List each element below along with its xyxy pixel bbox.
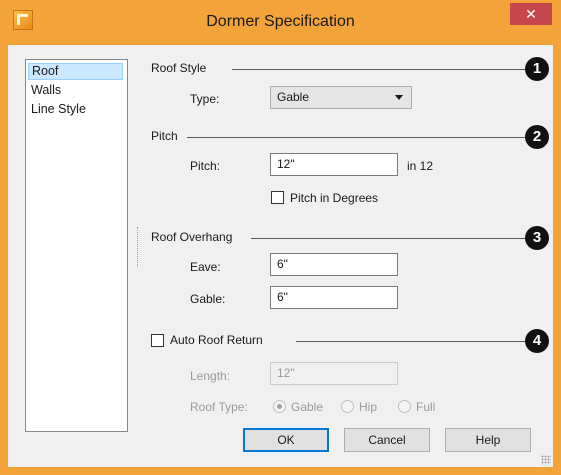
callout-marker-3: 3 [525, 226, 549, 250]
list-item-walls[interactable]: Walls [28, 82, 123, 99]
roof-type-value: Gable [277, 90, 310, 104]
roof-overhang-heading: Roof Overhang [151, 230, 233, 244]
auto-roof-return-label[interactable]: Auto Roof Return [170, 333, 263, 347]
gable-input[interactable]: 6" [270, 286, 398, 309]
dialog-client-area: Roof Walls Line Style Roof Style 1 Type:… [8, 45, 553, 467]
type-label: Type: [190, 92, 220, 106]
dialog-window: Dormer Specification ✕ Roof Walls Line S… [0, 0, 561, 475]
radio-full-label[interactable]: Full [416, 400, 435, 414]
radio-hip-label[interactable]: Hip [359, 400, 377, 414]
pitch-heading: Pitch [151, 129, 178, 143]
radio-full[interactable] [398, 400, 411, 413]
length-label: Length: [190, 369, 231, 383]
pitch-label: Pitch: [190, 159, 221, 173]
callout-marker-1: 1 [525, 57, 549, 81]
chevron-down-icon [395, 95, 403, 100]
roof-type-select[interactable]: Gable [270, 86, 412, 109]
title-bar[interactable]: Dormer Specification ✕ [0, 0, 561, 44]
roof-overhang-divider [251, 238, 525, 239]
ok-button[interactable]: OK [243, 428, 329, 452]
radio-gable[interactable] [273, 400, 286, 413]
pitch-in-degrees-label[interactable]: Pitch in Degrees [290, 191, 378, 205]
roof-style-divider [232, 69, 525, 70]
auto-roof-return-checkbox[interactable] [151, 334, 164, 347]
category-list[interactable]: Roof Walls Line Style [25, 59, 128, 432]
eave-label: Eave: [190, 260, 221, 274]
roof-type-label: Roof Type: [190, 400, 248, 414]
radio-gable-label[interactable]: Gable [291, 400, 323, 414]
cancel-button[interactable]: Cancel [344, 428, 430, 452]
resize-grip-icon[interactable] [541, 455, 551, 465]
length-input[interactable]: 12" [270, 362, 398, 385]
panel-splitter[interactable] [137, 227, 140, 267]
callout-marker-2: 2 [525, 125, 549, 149]
help-button[interactable]: Help [445, 428, 531, 452]
roof-style-heading: Roof Style [151, 61, 207, 75]
gable-label: Gable: [190, 292, 226, 306]
pitch-in-degrees-checkbox[interactable] [271, 191, 284, 204]
eave-input[interactable]: 6" [270, 253, 398, 276]
callout-marker-4: 4 [525, 329, 549, 353]
dialog-title: Dormer Specification [206, 13, 355, 30]
pitch-suffix: in 12 [407, 159, 434, 173]
radio-hip[interactable] [341, 400, 354, 413]
pitch-divider [187, 137, 525, 138]
list-item-roof[interactable]: Roof [28, 63, 123, 80]
close-button[interactable]: ✕ [510, 3, 552, 25]
close-icon: ✕ [525, 6, 537, 22]
auto-roof-return-divider [296, 341, 525, 342]
list-item-line-style[interactable]: Line Style [28, 101, 123, 118]
pitch-input[interactable]: 12" [270, 153, 398, 176]
